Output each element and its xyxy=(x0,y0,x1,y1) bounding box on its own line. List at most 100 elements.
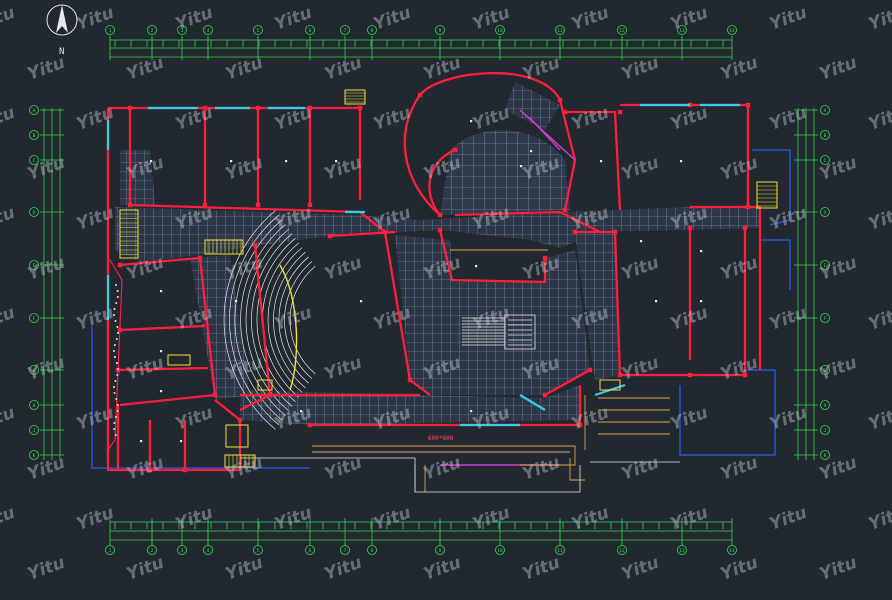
watermark-text: Yitu xyxy=(371,503,414,535)
axis-label: 10 xyxy=(497,548,503,554)
watermark-text: Yitu xyxy=(25,553,68,585)
watermark-text: Yitu xyxy=(74,103,117,135)
axis-label: H xyxy=(824,403,827,409)
axis-label: 11 xyxy=(557,28,563,34)
watermark-text: Yitu xyxy=(371,103,414,135)
watermark-text: Yitu xyxy=(470,103,513,135)
axis-label: 6 xyxy=(309,28,312,34)
watermark-text: Yitu xyxy=(322,453,365,485)
watermark-text: Yitu xyxy=(817,353,860,385)
axis-label: 6 xyxy=(309,548,312,554)
watermark-text: Yitu xyxy=(668,103,711,135)
watermark-text: Yitu xyxy=(619,53,662,85)
watermark-text: Yitu xyxy=(718,253,761,285)
axis-label: 4 xyxy=(207,28,210,34)
axis-label: 10 xyxy=(497,28,503,34)
north-arrow: N xyxy=(46,4,78,57)
watermark-text: Yitu xyxy=(74,303,117,335)
watermark-text: Yitu xyxy=(421,53,464,85)
axis-label: B xyxy=(33,133,36,139)
watermark-text: Yitu xyxy=(718,553,761,585)
watermark-text: Yitu xyxy=(718,153,761,185)
watermark-text: Yitu xyxy=(767,3,810,35)
axis-label: B xyxy=(824,133,827,139)
axis-label: A xyxy=(824,108,827,114)
watermark-text: Yitu xyxy=(322,353,365,385)
watermark-text: Yitu xyxy=(223,153,266,185)
axis-label: 1 xyxy=(109,548,112,554)
watermark-text: Yitu xyxy=(866,303,892,335)
watermark-text: Yitu xyxy=(866,503,892,535)
watermark-text: Yitu xyxy=(866,103,892,135)
watermark-text: Yitu xyxy=(817,553,860,585)
watermark-text: Yitu xyxy=(74,403,117,435)
watermark-text: Yitu xyxy=(223,53,266,85)
watermark-text: Yitu xyxy=(817,253,860,285)
watermark-text: Yitu xyxy=(74,203,117,235)
axis-label: 8 xyxy=(371,548,374,554)
watermark-text: Yitu xyxy=(124,353,167,385)
watermark-text: Yitu xyxy=(25,353,68,385)
watermark-text: Yitu xyxy=(569,503,612,535)
watermark-text: Yitu xyxy=(223,453,266,485)
cad-floor-plan-canvas: N 1 2 3 4 5 6 7 8 9 10 11 12 13 14 1 2 3 4 5 6 7 8 9 10 11 12 13 1… xyxy=(0,3,892,585)
red-annotations: 600*600 xyxy=(428,435,454,442)
axis-label: K xyxy=(33,453,36,459)
watermark-text: Yitu xyxy=(619,253,662,285)
axis-label: 9 xyxy=(439,28,442,34)
watermark-text: Yitu xyxy=(569,103,612,135)
watermark-text: Yitu xyxy=(668,503,711,535)
watermark-text: Yitu xyxy=(25,153,68,185)
axis-label: J xyxy=(33,428,36,434)
axis-label: 1 xyxy=(109,28,112,34)
watermark-text: Yitu xyxy=(322,553,365,585)
axis-label: 8 xyxy=(371,28,374,34)
watermark-text: Yitu xyxy=(520,553,563,585)
axis-label: 12 xyxy=(619,28,625,34)
watermark-text: Yitu xyxy=(0,103,18,135)
watermark-text: Yitu xyxy=(520,53,563,85)
axis-label: H xyxy=(33,403,36,409)
axis-label: 14 xyxy=(729,28,735,34)
bottom-grid-axis-bubbles: 1 2 3 4 5 6 7 8 9 10 11 12 13 14 xyxy=(105,545,737,555)
axis-label: 11 xyxy=(557,548,563,554)
watermark-text: Yitu xyxy=(767,103,810,135)
watermark-text: Yitu xyxy=(718,53,761,85)
watermark-text: Yitu xyxy=(173,503,216,535)
watermark-text: Yitu xyxy=(0,503,18,535)
watermark-text: Yitu xyxy=(520,453,563,485)
watermark-text: Yitu xyxy=(718,453,761,485)
axis-label: 2 xyxy=(151,548,154,554)
watermark-text: Yitu xyxy=(322,53,365,85)
watermark-text: Yitu xyxy=(124,553,167,585)
watermark-text: Yitu xyxy=(421,553,464,585)
axis-label: 2 xyxy=(151,28,154,34)
watermark-text: Yitu xyxy=(569,3,612,35)
axis-label: 12 xyxy=(619,548,625,554)
axis-label: 14 xyxy=(729,548,735,554)
watermark-text: Yitu xyxy=(322,153,365,185)
axis-label: D xyxy=(824,210,827,216)
watermark-text: Yitu xyxy=(25,53,68,85)
watermark-text: Yitu xyxy=(767,503,810,535)
axis-label: F xyxy=(824,316,827,322)
watermark-text: Yitu xyxy=(25,253,68,285)
watermark-text: Yitu xyxy=(619,153,662,185)
watermark-text: Yitu xyxy=(817,153,860,185)
axis-label: 4 xyxy=(207,548,210,554)
watermark-text: Yitu xyxy=(0,403,18,435)
watermark-text: Yitu xyxy=(124,453,167,485)
watermark-text: Yitu xyxy=(173,403,216,435)
axis-label: K xyxy=(824,453,827,459)
axis-label: 13 xyxy=(679,548,685,554)
watermark-text: Yitu xyxy=(619,453,662,485)
watermark-text: Yitu xyxy=(817,53,860,85)
watermark-text: Yitu xyxy=(619,553,662,585)
watermark-text: Yitu xyxy=(718,353,761,385)
watermark-text: Yitu xyxy=(0,203,18,235)
watermark-text: Yitu xyxy=(124,53,167,85)
watermark-text: Yitu xyxy=(866,203,892,235)
watermark-text: Yitu xyxy=(0,303,18,335)
axis-label: 7 xyxy=(344,28,347,34)
axis-label: 3 xyxy=(181,548,184,554)
